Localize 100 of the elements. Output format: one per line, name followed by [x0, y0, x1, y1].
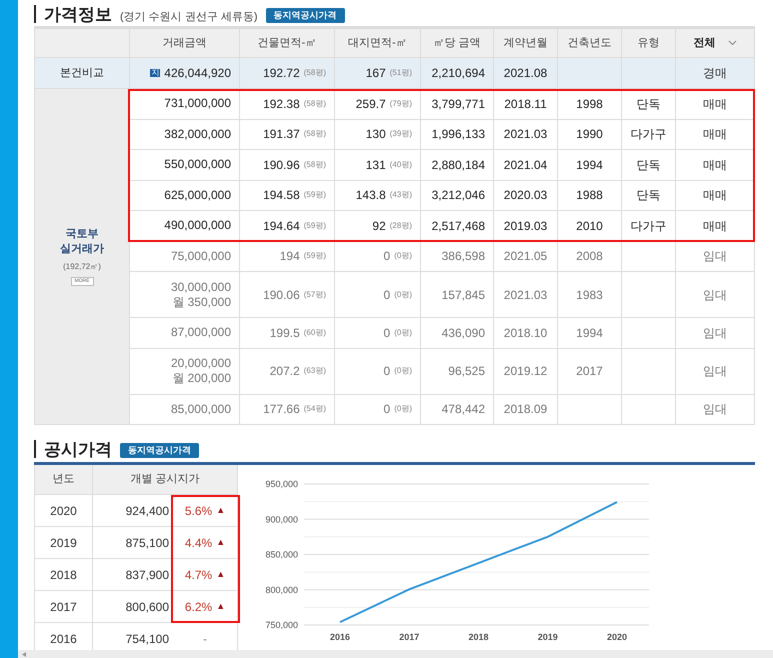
table-cell: 1983: [558, 272, 622, 318]
area-value: 0: [384, 324, 390, 342]
official-price: 800,600: [93, 591, 173, 623]
price-value: 20,000,000: [170, 356, 231, 371]
area-value: 194.64: [263, 218, 300, 235]
pyeong-value: (54평): [304, 403, 326, 416]
up-arrow: ▲: [216, 536, 226, 549]
scroll-left-icon[interactable]: [22, 652, 26, 656]
price-value: 30,000,000: [170, 280, 231, 294]
table-cell: 96,525: [421, 348, 494, 394]
pyeong-value: (58평): [304, 158, 326, 171]
table-cell: 2,210,694: [421, 58, 494, 89]
price-value: 382,000,000: [164, 126, 231, 142]
section-title: 가격정보: [44, 6, 112, 23]
change-rate: 4.7%: [184, 566, 212, 584]
pyeong-value: (0평): [394, 288, 412, 300]
price-value: 월 350,000: [172, 294, 231, 310]
row-label: 실거래가: [60, 242, 104, 257]
x-tick-label: 2017: [399, 632, 420, 642]
area-value: 0: [384, 286, 390, 304]
row-label: 본건비교: [35, 58, 130, 89]
area-value: 190.96: [263, 156, 300, 174]
area-value: 191.37: [263, 126, 300, 144]
y-tick-label: 750,000: [265, 620, 298, 630]
land-mark: 지: [150, 69, 160, 77]
table-cell: [558, 58, 622, 89]
scrollbar[interactable]: [18, 650, 773, 658]
chevron-down-icon: [728, 40, 736, 46]
table-cell: 2018.11: [494, 89, 558, 120]
area-value: 194.58: [263, 187, 300, 204]
area-value: 177.66: [263, 401, 300, 418]
table-cell: [622, 272, 676, 318]
table-cell: 1994: [558, 318, 622, 348]
year-cell: 2018: [35, 559, 93, 591]
y-tick-label: 950,000: [265, 479, 298, 489]
up-arrow: ▲: [216, 568, 226, 581]
change-rate: -: [203, 630, 207, 648]
y-tick-label: 800,000: [265, 584, 298, 595]
table-cell: [622, 394, 676, 425]
pyeong-value: (57평): [304, 288, 326, 300]
table-cell: 임대: [676, 272, 755, 318]
table-cell: 임대: [676, 242, 755, 272]
area-value: 0: [384, 248, 390, 266]
year-cell: 2020: [35, 495, 93, 527]
pyeong-value: (39평): [390, 128, 412, 140]
area-note: (192,72㎡): [63, 261, 101, 273]
area-value: 92: [372, 218, 386, 235]
up-arrow: ▲: [216, 504, 226, 517]
table-cell: 1998: [558, 89, 622, 120]
change-rate: 5.6%: [184, 502, 212, 520]
pyeong-value: (58평): [304, 98, 326, 110]
area-value: 130: [366, 126, 386, 144]
column-header: 거래금액: [130, 29, 240, 58]
table-cell: 2021.08: [494, 58, 558, 89]
price-value: 490,000,000: [164, 218, 231, 234]
table-cell: 386,598: [421, 242, 494, 272]
pyeong-value: (59평): [304, 250, 326, 262]
table-cell: 2021.05: [494, 242, 558, 272]
pyeong-value: (43평): [390, 189, 412, 202]
table-cell: [558, 394, 622, 425]
table-cell: 임대: [676, 348, 755, 394]
column-header: 개별 공시지가: [93, 465, 238, 495]
area-value: 192.72: [263, 65, 300, 82]
section-title: 공시가격: [44, 441, 112, 458]
price-value: 75,000,000: [170, 248, 231, 264]
pyeong-value: (0평): [394, 365, 412, 377]
table-cell: 2008: [558, 242, 622, 272]
area-value: 143.8: [356, 187, 386, 204]
table-cell: 매매: [676, 120, 755, 150]
table-cell: [622, 58, 676, 89]
table-cell: 1990: [558, 120, 622, 150]
area-value: 131: [366, 156, 386, 174]
table-cell: 2020.03: [494, 180, 558, 211]
pyeong-value: (79평): [390, 98, 412, 110]
table-cell: 3,799,771: [421, 89, 494, 120]
pyeong-value: (0평): [394, 250, 412, 262]
pyeong-value: (60평): [304, 326, 326, 339]
area-value: 0: [384, 363, 390, 380]
table-cell: 2021.03: [494, 272, 558, 318]
table-cell: 2018.10: [494, 318, 558, 348]
region-price-badge[interactable]: 동지역공시가격: [120, 442, 199, 458]
price-value: 87,000,000: [170, 325, 231, 340]
area-value: 194: [280, 248, 300, 266]
table-cell: 단독: [622, 180, 676, 211]
table-cell: 1,996,133: [421, 120, 494, 150]
up-arrow: ▲: [216, 600, 226, 613]
column-header: ㎡당 금액: [421, 29, 494, 58]
price-value: 550,000,000: [164, 157, 231, 172]
table-cell: 157,845: [421, 272, 494, 318]
region-price-badge[interactable]: 동지역공시가격: [266, 8, 344, 23]
change-rate: 4.4%: [184, 534, 212, 552]
pyeong-value: (58평): [304, 67, 326, 79]
pyeong-value: (59평): [304, 220, 326, 232]
table-cell: 임대: [676, 318, 755, 348]
table-cell: 다가구: [622, 120, 676, 150]
year-cell: 2017: [35, 591, 93, 623]
price-value: 625,000,000: [164, 188, 231, 203]
column-header: 유형: [622, 29, 676, 58]
table-cell: [622, 348, 676, 394]
area-value: 259.7: [356, 96, 386, 113]
